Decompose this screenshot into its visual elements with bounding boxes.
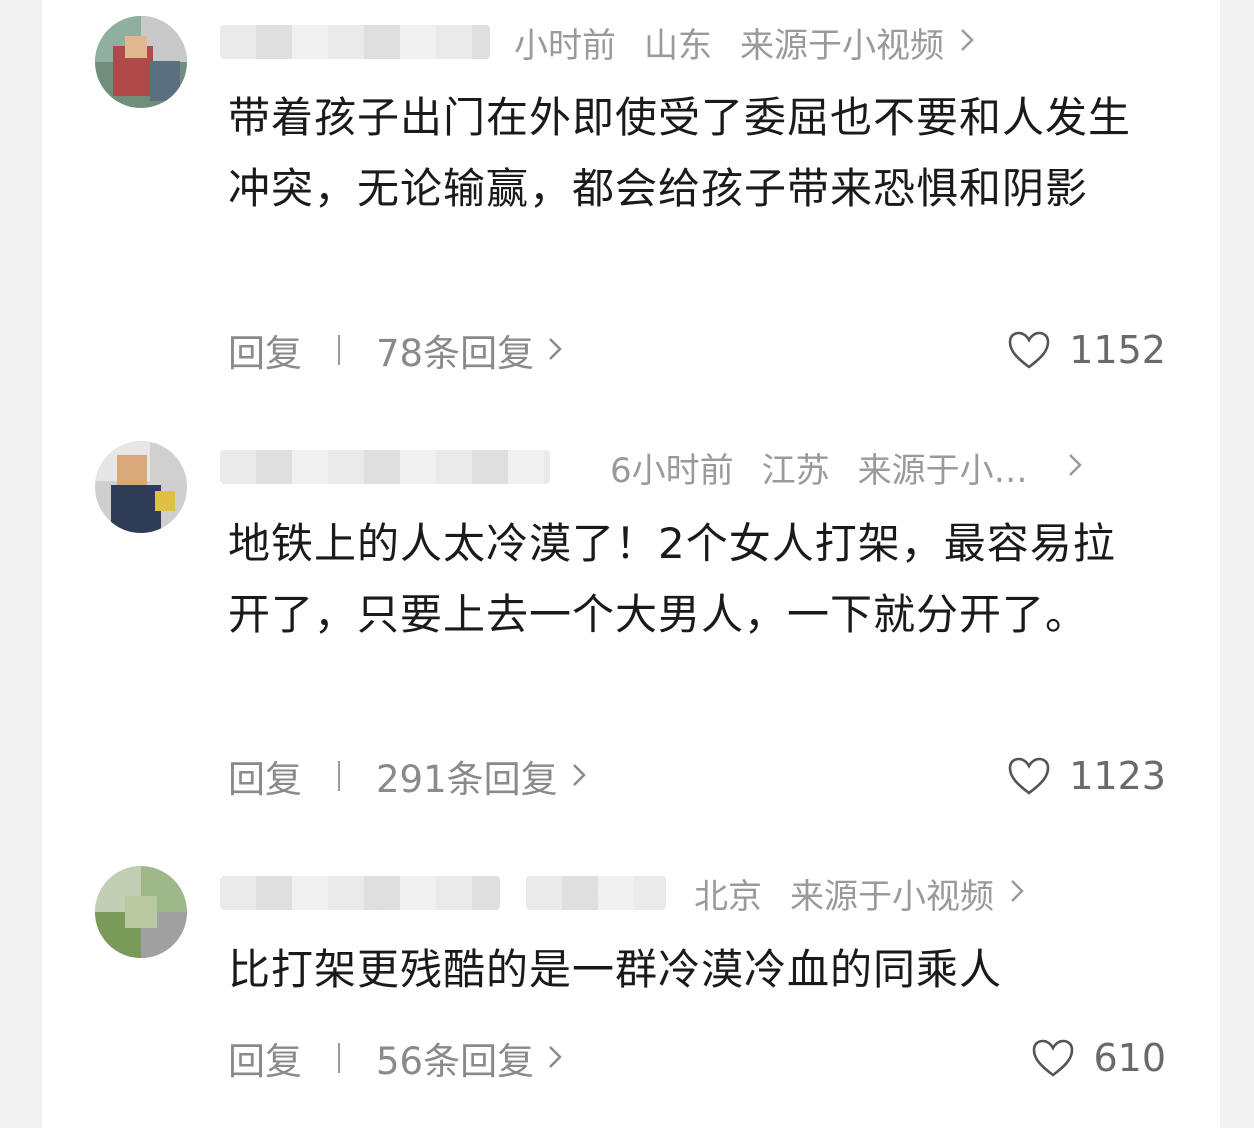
comment-source[interactable]: 来源于小视频 [740, 18, 944, 67]
comment-source[interactable]: 来源于小视频 [790, 869, 994, 918]
chevron-right-icon[interactable] [1010, 876, 1024, 911]
comment-source[interactable]: 来源于小… [858, 443, 1028, 492]
heart-outline-icon[interactable] [1007, 330, 1051, 370]
heart-outline-icon[interactable] [1007, 756, 1051, 796]
username-redacted[interactable] [220, 450, 550, 484]
chevron-right-icon[interactable] [548, 331, 562, 369]
comment-location: 江苏 [761, 450, 830, 491]
comment-text: 比打架更残酷的是一群冷漠冷血的同乘人 [228, 945, 1003, 994]
like-count: 1123 [1069, 754, 1166, 798]
comment-actions: 回复 56条回复 610 [228, 1032, 1166, 1084]
like-button[interactable]: 1123 [1007, 754, 1166, 798]
comment-time: 小时前 [514, 25, 616, 66]
avatar[interactable] [95, 866, 187, 958]
comment-time: 6小时前 [610, 450, 734, 491]
comment-text: 地铁上的人太冷漠了！2个女人打架，最容易拉开了，只要上去一个大男人，一下就分开了… [228, 519, 1116, 639]
replies-link[interactable]: 56条回复 [376, 1031, 534, 1085]
avatar[interactable] [95, 441, 187, 533]
chevron-right-icon[interactable] [572, 757, 586, 795]
reply-button[interactable]: 回复 [228, 323, 302, 377]
comment-text: 带着孩子出门在外即使受了委屈也不要和人发生冲突，无论输赢，都会给孩子带来恐惧和阴… [228, 93, 1132, 213]
divider [338, 335, 340, 365]
username-redacted[interactable] [220, 876, 500, 910]
comment-list: 小时前 山东 来源于小视频 带着孩子出门在外即使受了委屈也不要和人发生冲突，无论… [42, 0, 1220, 1128]
comment-location: 北京 [694, 876, 762, 917]
like-button[interactable]: 1152 [1007, 328, 1166, 372]
comment-actions: 回复 78条回复 1152 [228, 324, 1166, 376]
heart-outline-icon[interactable] [1031, 1038, 1075, 1078]
like-count: 1152 [1069, 328, 1166, 372]
comment-meta: 北京 来源于小视频 [220, 868, 1168, 918]
comment-actions: 回复 291条回复 1123 [228, 750, 1166, 802]
avatar[interactable] [95, 16, 187, 108]
comment-time-redacted [526, 876, 666, 910]
username-redacted[interactable] [220, 25, 490, 59]
like-count: 610 [1093, 1036, 1166, 1080]
replies-link[interactable]: 78条回复 [376, 323, 534, 377]
comment-meta: 小时前 山东 来源于小视频 [220, 17, 1168, 67]
comment-meta: 6小时前 江苏 来源于小… [220, 442, 1168, 492]
replies-link[interactable]: 291条回复 [376, 749, 558, 803]
chevron-right-icon[interactable] [960, 25, 974, 60]
comment-location: 山东 [644, 25, 712, 66]
reply-button[interactable]: 回复 [228, 1031, 302, 1085]
divider [338, 1043, 340, 1073]
divider [338, 761, 340, 791]
chevron-right-icon[interactable] [1068, 450, 1082, 485]
reply-button[interactable]: 回复 [228, 749, 302, 803]
like-button[interactable]: 610 [1031, 1036, 1166, 1080]
chevron-right-icon[interactable] [548, 1039, 562, 1077]
